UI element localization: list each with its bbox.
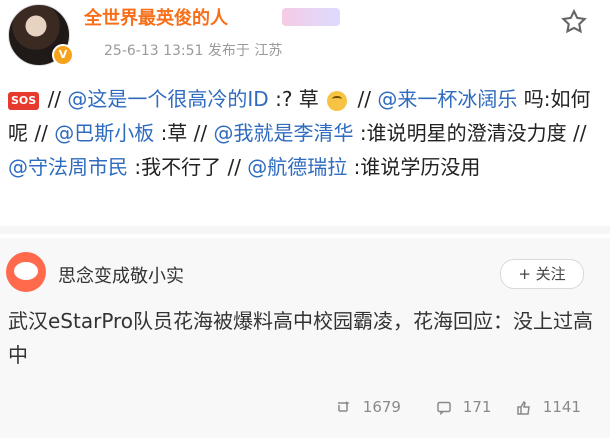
- content-part: :谁说明星的澄清没力度 //: [359, 121, 587, 145]
- content-part: //: [47, 87, 62, 111]
- repost-button[interactable]: 1679: [336, 392, 401, 422]
- post-header: V 全世界最英俊的人 25-6-13 13:51 发布于 江苏: [0, 0, 610, 70]
- mention-link[interactable]: @我就是李清华: [214, 121, 354, 145]
- mention-link[interactable]: @守法周市民: [8, 155, 128, 179]
- sos-badge: SOS: [8, 91, 40, 110]
- laugh-emoji-icon: [327, 90, 348, 111]
- like-button[interactable]: 1141: [516, 392, 581, 422]
- content-part: :我不行了 //: [134, 155, 241, 179]
- repost-text: 武汉eStarPro队员花海被爆料高中校园霸凌，花海回应：没上过高中: [8, 309, 594, 367]
- comment-button[interactable]: 171: [436, 392, 491, 422]
- comment-count: 171: [462, 398, 492, 416]
- repost-username[interactable]: 思念变成敬小实: [58, 262, 184, 288]
- mention-link[interactable]: @巴斯小板: [54, 121, 154, 145]
- repost-count: 1679: [362, 398, 401, 416]
- like-count: 1141: [542, 398, 581, 416]
- star-icon[interactable]: [560, 8, 588, 36]
- mention-link[interactable]: @这是一个很高冷的ID: [67, 87, 268, 111]
- repost-avatar[interactable]: [6, 252, 46, 292]
- like-icon: [517, 400, 530, 415]
- content-part: :? 草: [275, 87, 319, 111]
- section-divider: [0, 226, 610, 234]
- comment-icon: [437, 401, 451, 415]
- post-actions: 1679 171 1141: [0, 392, 610, 422]
- repost-icon: [338, 400, 350, 412]
- follow-button[interactable]: + 关注: [500, 259, 584, 289]
- post-content: SOS // @这是一个很高冷的ID :? 草 // @来一杯冰阔乐 吗:如何呢…: [8, 82, 602, 184]
- user-badge-icon: [282, 8, 340, 26]
- post-username[interactable]: 全世界最英俊的人: [84, 4, 228, 30]
- mention-link[interactable]: @来一杯冰阔乐: [377, 87, 517, 111]
- content-part: :谁说学历没用: [353, 155, 481, 179]
- content-part: //: [357, 87, 371, 111]
- mention-link[interactable]: @航德瑞拉: [247, 155, 347, 179]
- verified-badge-icon: V: [52, 44, 74, 66]
- content-part: :草 //: [160, 121, 208, 145]
- post-meta: 25-6-13 13:51 发布于 江苏: [104, 43, 283, 59]
